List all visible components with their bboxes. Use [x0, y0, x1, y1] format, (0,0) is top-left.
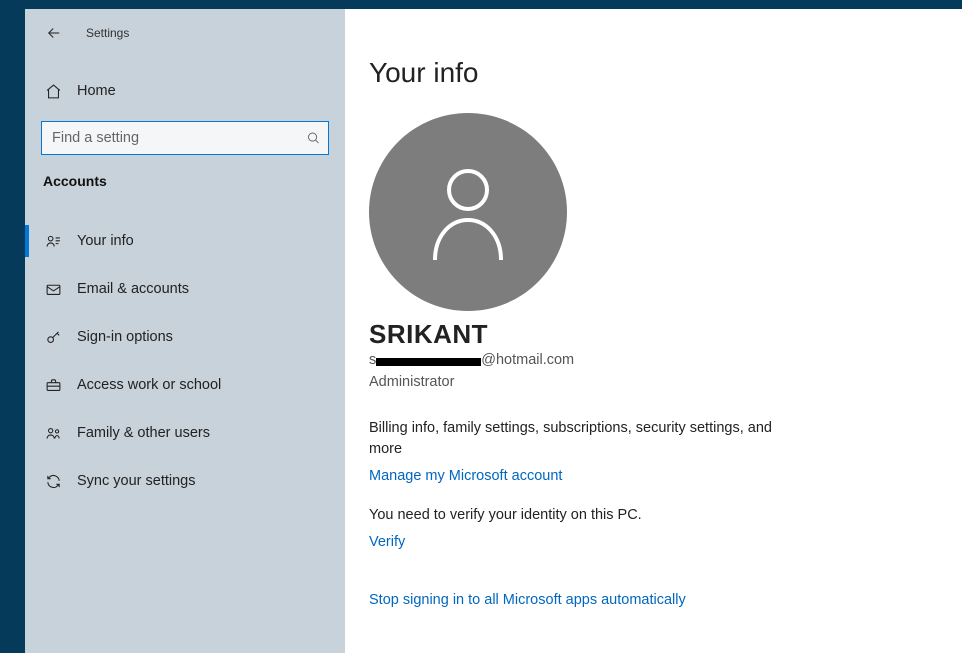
- email-suffix: @hotmail.com: [481, 350, 574, 372]
- search-wrap: [41, 121, 329, 155]
- manage-account-link[interactable]: Manage my Microsoft account: [369, 468, 562, 484]
- email-icon: [43, 281, 63, 298]
- search-input[interactable]: [41, 121, 329, 155]
- email-row: s @hotmail.com: [369, 350, 938, 372]
- nav-item-family-other-users[interactable]: Family & other users: [41, 409, 329, 457]
- key-icon: [43, 329, 63, 346]
- nav-list: Your info Email & accounts: [41, 217, 329, 505]
- settings-window: Settings Home Accounts: [25, 9, 962, 653]
- briefcase-icon: [43, 377, 63, 394]
- nav-label: Family & other users: [77, 425, 210, 441]
- verify-block: You need to verify your identity on this…: [369, 505, 938, 551]
- your-info-icon: [43, 233, 63, 250]
- nav-item-access-work-school[interactable]: Access work or school: [41, 361, 329, 409]
- home-button[interactable]: Home: [41, 71, 329, 111]
- avatar: [369, 113, 567, 311]
- nav-section: Home Accounts: [25, 49, 345, 505]
- nav-item-your-info[interactable]: Your info: [41, 217, 329, 265]
- page-title: Your info: [369, 57, 938, 89]
- back-button[interactable]: [40, 19, 68, 47]
- user-role: Administrator: [369, 372, 938, 394]
- stop-signin-block: Stop signing in to all Microsoft apps au…: [369, 591, 938, 609]
- manage-account-block: Billing info, family settings, subscript…: [369, 418, 938, 486]
- nav-item-email-accounts[interactable]: Email & accounts: [41, 265, 329, 313]
- display-name: SRIKANT: [369, 319, 938, 350]
- sync-icon: [43, 473, 63, 490]
- nav-item-sync-settings[interactable]: Sync your settings: [41, 457, 329, 505]
- nav-label: Access work or school: [77, 377, 221, 393]
- home-icon: [43, 83, 63, 100]
- nav-label: Sign-in options: [77, 329, 173, 345]
- sidebar: Settings Home Accounts: [25, 9, 345, 653]
- person-icon: [423, 162, 513, 262]
- home-label: Home: [77, 83, 116, 99]
- redacted-email-prefix: [376, 358, 481, 366]
- nav-label: Your info: [77, 233, 134, 249]
- billing-description: Billing info, family settings, subscript…: [369, 418, 799, 462]
- nav-category: Accounts: [41, 173, 329, 189]
- titlebar: Settings: [25, 17, 345, 49]
- nav-item-sign-in-options[interactable]: Sign-in options: [41, 313, 329, 361]
- stop-signin-link[interactable]: Stop signing in to all Microsoft apps au…: [369, 592, 686, 608]
- verify-link[interactable]: Verify: [369, 534, 405, 550]
- back-arrow-icon: [45, 24, 63, 42]
- family-icon: [43, 425, 63, 442]
- nav-label: Sync your settings: [77, 473, 195, 489]
- window-title: Settings: [86, 26, 129, 40]
- nav-label: Email & accounts: [77, 281, 189, 297]
- verify-description: You need to verify your identity on this…: [369, 505, 799, 527]
- main-content: Your info SRIKANT s @hotmail.com Adminis…: [345, 9, 962, 653]
- email-prefix: s: [369, 350, 376, 372]
- search-icon: [306, 131, 321, 146]
